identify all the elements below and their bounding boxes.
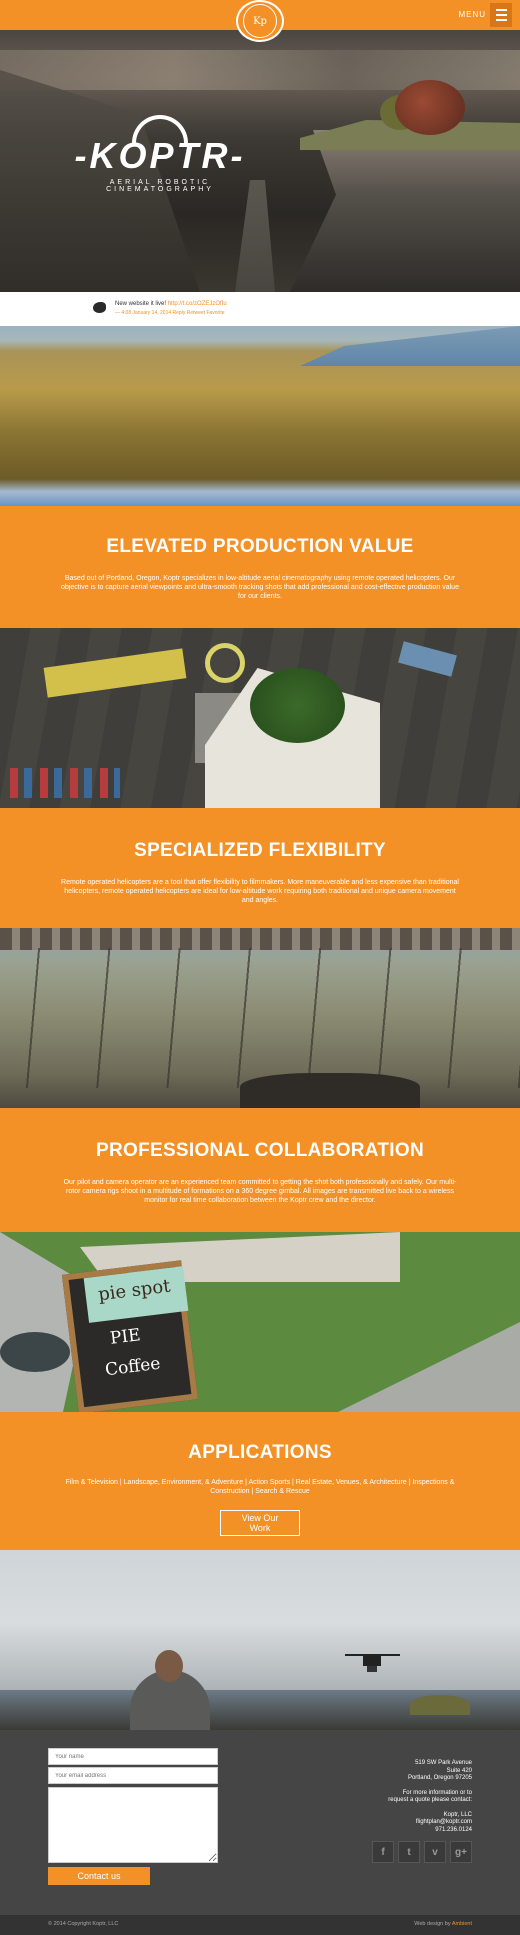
- section-body: Based out of Portland, Oregon, Koptr spe…: [61, 575, 459, 600]
- facebook-icon[interactable]: f: [372, 1841, 394, 1863]
- twitter-icon[interactable]: t: [398, 1841, 420, 1863]
- tweet-link[interactable]: http://t.co/zOZEJzOfIu: [168, 301, 227, 307]
- vimeo-icon[interactable]: v: [424, 1841, 446, 1863]
- contact-email-link[interactable]: flightplan@koptr.com: [312, 1819, 472, 1827]
- photo-grass-field: [0, 326, 520, 506]
- photo-burned-forest: [0, 928, 520, 1108]
- section-title: APPLICATIONS: [188, 1442, 332, 1463]
- brand-tagline: AERIAL ROBOTIC CINEMATOGRAPHY: [106, 179, 214, 193]
- tweet-text: New website it live! http://t.co/zOZEJzO…: [115, 301, 227, 307]
- footer: Contact us 519 SW Park Avenue Suite 420 …: [0, 1730, 520, 1915]
- hero-image: -KOPTR- AERIAL ROBOTIC CINEMATOGRAPHY: [0, 30, 520, 292]
- section-body: Our pilot and camera operator are an exp…: [63, 1179, 457, 1204]
- section-body: Remote operated helicopters are a tool t…: [61, 879, 459, 904]
- section-title: PROFESSIONAL COLLABORATION: [96, 1140, 424, 1161]
- section-title: SPECIALIZED FLEXIBILITY: [134, 840, 386, 861]
- brand-wordmark: -KOPTR- AERIAL ROBOTIC CINEMATOGRAPHY: [55, 115, 265, 193]
- design-credit-link[interactable]: Ambient: [452, 1921, 472, 1927]
- photo-fair-aerial: [0, 628, 520, 808]
- contact-us-button[interactable]: Contact us: [48, 1867, 150, 1885]
- design-credit: Web design by Ambient: [414, 1921, 472, 1927]
- logo-mark: Kp: [243, 4, 277, 38]
- name-field[interactable]: [48, 1748, 218, 1765]
- sign-text: PIE: [108, 1325, 142, 1349]
- view-our-work-button[interactable]: View Our Work: [220, 1510, 300, 1536]
- footer-bar: © 2014 Copyright Koptr, LLC Web design b…: [0, 1915, 520, 1935]
- google-plus-icon[interactable]: g+: [450, 1841, 472, 1863]
- section-title: ELEVATED PRODUCTION VALUE: [106, 536, 414, 557]
- section-professional-collaboration: PROFESSIONAL COLLABORATION Our pilot and…: [0, 1108, 520, 1232]
- twitter-bird-icon[interactable]: [93, 302, 106, 313]
- section-body: Film & Television | Landscape, Environme…: [65, 1479, 455, 1495]
- contact-address: 519 SW Park Avenue Suite 420 Portland, O…: [312, 1760, 472, 1834]
- copyright: © 2014 Copyright Koptr, LLC: [48, 1921, 119, 1927]
- tweet-strip: New website it live! http://t.co/zOZEJzO…: [0, 292, 520, 326]
- drone-icon: [345, 1650, 400, 1672]
- section-elevated-production: ELEVATED PRODUCTION VALUE Based out of P…: [0, 506, 520, 628]
- message-field[interactable]: [48, 1787, 218, 1863]
- hamburger-menu-icon[interactable]: [490, 3, 512, 27]
- tweet-meta[interactable]: — 4:08 January 14, 2014 Reply Retweet Fa…: [115, 310, 225, 316]
- photo-drone-operator: [0, 1550, 520, 1730]
- menu-label[interactable]: MENU: [458, 10, 486, 19]
- section-specialized-flexibility: SPECIALIZED FLEXIBILITY Remote operated …: [0, 808, 520, 928]
- section-applications: APPLICATIONS Film & Television | Landsca…: [0, 1412, 520, 1550]
- email-field[interactable]: [48, 1767, 218, 1784]
- photo-pie-spot-sign: pie spot PIE Coffee: [0, 1232, 520, 1412]
- social-links: f t v g+: [372, 1841, 472, 1863]
- site-logo[interactable]: Kp: [236, 0, 284, 42]
- contact-phone: 971.236.0124: [435, 1826, 472, 1833]
- brand-name: -KOPTR-: [74, 135, 246, 176]
